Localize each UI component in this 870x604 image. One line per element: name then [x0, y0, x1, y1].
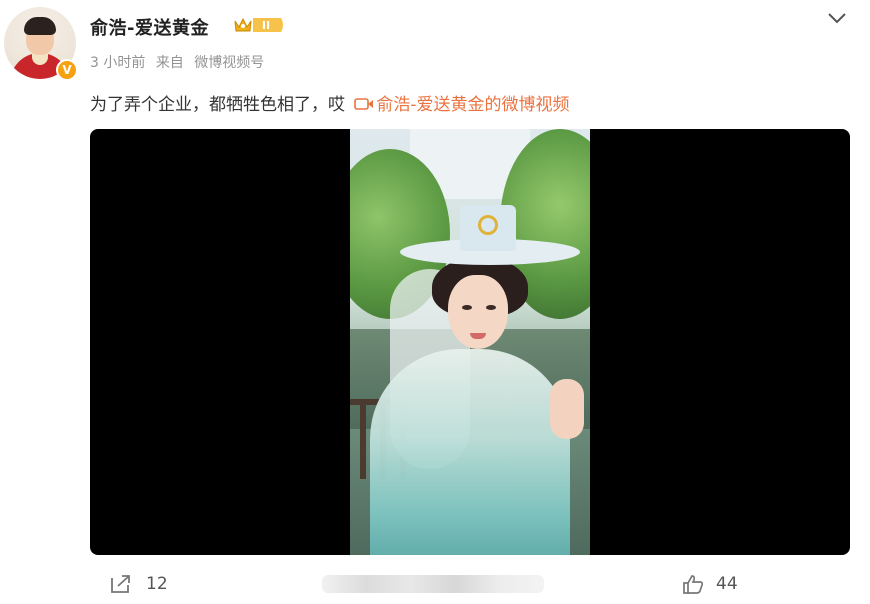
- video-frame: [350, 129, 590, 555]
- post-time[interactable]: 3 小时前: [90, 55, 145, 71]
- share-icon: [111, 575, 130, 593]
- membership-crown-badge-icon[interactable]: II: [233, 15, 285, 35]
- post-meta: 3 小时前 来自 微博视频号: [90, 52, 270, 72]
- post-source-prefix: 来自: [155, 55, 184, 71]
- chevron-down-icon[interactable]: [826, 10, 848, 26]
- thumbs-up-icon: [683, 575, 704, 594]
- comment-button-blurred[interactable]: [322, 575, 544, 593]
- share-count: 12: [146, 574, 168, 594]
- post-body: 为了弄个企业，都牺牲色相了，哎: [90, 95, 345, 115]
- video-camera-icon: [354, 98, 374, 110]
- video-player[interactable]: [90, 129, 850, 555]
- author-avatar[interactable]: V: [4, 7, 78, 81]
- level-badge-text: II: [262, 19, 270, 32]
- author-name[interactable]: 俞浩-爱送黄金: [90, 14, 209, 40]
- post-source[interactable]: 微博视频号: [194, 55, 264, 71]
- share-button[interactable]: 12: [110, 572, 168, 596]
- post-text: 为了弄个企业，都牺牲色相了，哎 俞浩-爱送黄金的微博视频: [90, 90, 570, 115]
- weibo-post-card: V 俞浩-爱送黄金 II 3 小时前 来自 微博视频号 为了弄个企业，都牺牲色相…: [0, 0, 870, 604]
- like-count: 44: [716, 574, 738, 594]
- like-button[interactable]: 44: [682, 572, 738, 596]
- video-link[interactable]: 俞浩-爱送黄金的微博视频: [376, 95, 569, 115]
- verified-badge-icon: V: [56, 59, 78, 81]
